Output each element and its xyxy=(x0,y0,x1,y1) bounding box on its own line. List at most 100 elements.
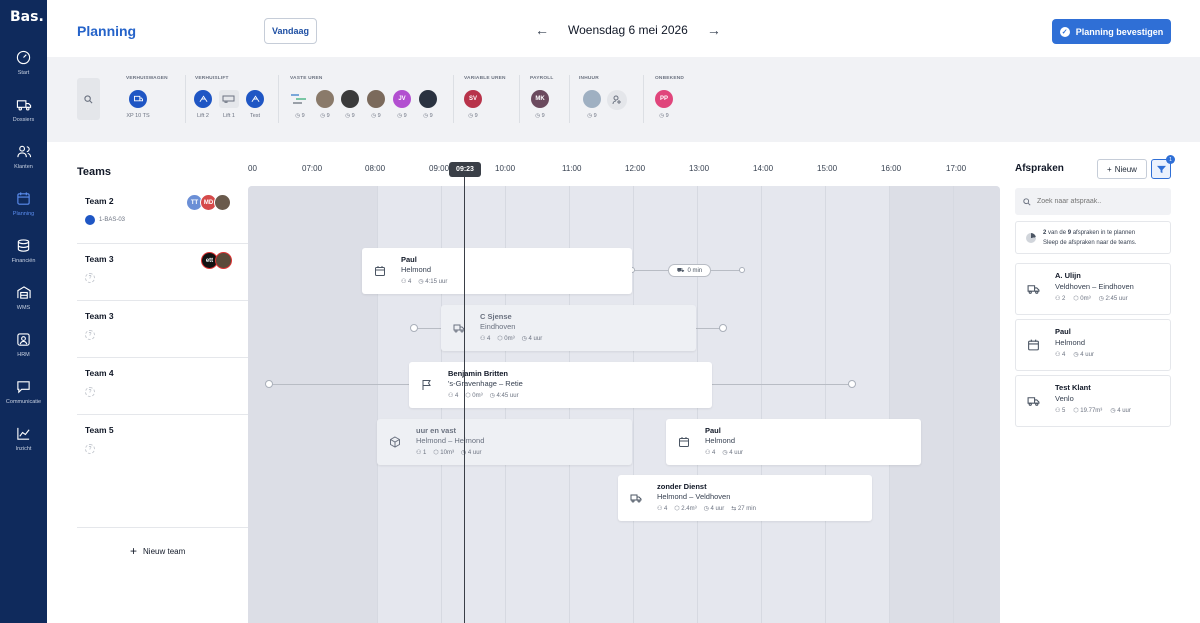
job-card[interactable]: Paul Helmond ⚇ 4 ◷ 4 uur xyxy=(666,419,921,465)
avatar xyxy=(583,90,601,108)
current-time-line xyxy=(464,177,465,623)
resource-vehicle[interactable]: XP 10 TS xyxy=(126,90,150,119)
sidebar-item-klanten[interactable]: Klanten xyxy=(0,144,47,170)
box-icon xyxy=(390,436,400,448)
resource-employee[interactable]: MK ◷ 9 xyxy=(528,90,552,119)
resource-employee[interactable]: ◷ 9 xyxy=(580,90,604,119)
avatar[interactable] xyxy=(214,194,231,211)
resource-lift[interactable]: Test xyxy=(243,90,267,119)
sidebar-item-label: Financiën xyxy=(11,258,36,264)
lift-icon xyxy=(246,90,264,108)
resource-employee[interactable]: ◷ 9 xyxy=(313,90,337,119)
resource-label: Lift 1 xyxy=(223,113,235,119)
unplanned-hint: Sleep de afspraken naar de teams. xyxy=(1043,240,1137,246)
plus-icon: + xyxy=(1107,164,1112,174)
resource-count: ◷ 9 xyxy=(535,113,545,119)
confirm-planning-button[interactable]: ✓ Planning bevestigen xyxy=(1052,19,1171,44)
sidebar-item-dossiers[interactable]: Dossiers xyxy=(0,97,47,123)
check-icon: ✓ xyxy=(1059,26,1070,37)
resource-employee[interactable]: ◷ 9 xyxy=(338,90,362,119)
job-title: Paul xyxy=(705,426,721,435)
job-location: Helmond xyxy=(705,436,736,445)
sidebar-item-hrm[interactable]: HRM xyxy=(0,332,47,358)
new-team-button[interactable]: + Nieuw team xyxy=(130,544,185,558)
resource-label: Lift 2 xyxy=(197,113,209,119)
unknown-vehicle-icon[interactable]: ? xyxy=(85,387,95,397)
travel-time-pill[interactable]: ⛟ 0 min xyxy=(668,264,711,277)
hour-label: 13:00 xyxy=(689,164,710,173)
sidebar-item-label: Start xyxy=(17,70,30,76)
add-hire-button[interactable] xyxy=(605,90,629,110)
empty-slot[interactable]: ? xyxy=(215,423,232,440)
team-row[interactable]: Team 2 TT MD 1-BAS-03 xyxy=(77,186,248,243)
sidebar-item-start[interactable]: Start xyxy=(0,50,47,76)
job-title: zonder Dienst xyxy=(657,482,707,491)
job-meta: ⚇ 4 ⬡ 0m³ ◷ 4:45 uur xyxy=(448,393,519,399)
today-button[interactable]: Vandaag xyxy=(264,18,317,44)
empty-slot[interactable]: ? xyxy=(215,309,232,326)
team-members: ett xyxy=(201,252,232,269)
hour-label: 17:00 xyxy=(946,164,967,173)
team-row[interactable]: Team 3 ? ? ? xyxy=(77,300,248,357)
avatar xyxy=(316,90,334,108)
sidebar-item-communicatie[interactable]: Communicatie xyxy=(0,379,47,405)
appointment-title: A. Ulijn xyxy=(1055,271,1081,280)
avatar xyxy=(419,90,437,108)
unknown-vehicle-icon[interactable]: ? xyxy=(85,330,95,340)
hour-label: 16:00 xyxy=(881,164,902,173)
avatar[interactable] xyxy=(215,252,232,269)
prev-day-button[interactable]: ← xyxy=(532,22,552,38)
job-card[interactable]: Benjamin Britten 's-Gravenhage – Retie ⚇… xyxy=(409,362,712,408)
job-title: Benjamin Britten xyxy=(448,369,509,378)
new-appointment-button[interactable]: + Nieuw xyxy=(1097,159,1147,179)
brand-logo[interactable]: Bas. xyxy=(10,9,44,25)
avatar: SV xyxy=(464,90,482,108)
job-card[interactable]: Paul Helmond ⚇ 4 ◷ 4:15 uur xyxy=(362,248,632,294)
next-day-button[interactable]: → xyxy=(704,22,724,38)
appointment-card[interactable]: Paul Helmond ⚇ 4 ◷ 4 uur xyxy=(1015,319,1171,371)
appointment-card[interactable]: Test Klant Venlo ⚇ 5 ⬡ 19.77m³ ◷ 4 uur xyxy=(1015,375,1171,427)
team-name: Team 5 xyxy=(85,425,114,435)
team-row[interactable]: Team 3 ett ? xyxy=(77,243,248,300)
resource-lift[interactable]: Lift 1 xyxy=(217,90,241,119)
group-title: VERHUISWAGEN xyxy=(126,76,168,81)
empty-slot[interactable]: ? xyxy=(215,366,232,383)
sidebar-item-inzicht[interactable]: Inzicht xyxy=(0,426,47,452)
unknown-vehicle-icon[interactable]: ? xyxy=(85,444,95,454)
sidebar-item-label: Communicatie xyxy=(5,399,42,405)
appointment-search[interactable] xyxy=(1015,188,1171,215)
resource-search-button[interactable] xyxy=(77,78,100,120)
team-row[interactable]: Team 4 ? ? ? xyxy=(77,357,248,414)
resource-employee[interactable]: PP ◷ 9 xyxy=(652,90,676,119)
team-row[interactable]: Team 5 ? ? ? xyxy=(77,414,248,527)
job-card[interactable]: zonder Dienst Helmond – Veldhoven ⚇ 4 ⬡ 2… xyxy=(618,475,872,521)
job-card[interactable]: C Sjense Eindhoven ⚇ 4 ⬡ 0m³ ◷ 4 uur xyxy=(441,305,696,351)
appointment-card[interactable]: A. Ulijn Veldhoven – Eindhoven ⚇ 2 ⬡ 0m³ ◷… xyxy=(1015,263,1171,315)
sidebar-item-financien[interactable]: Financiën xyxy=(0,238,47,264)
resource-employee[interactable]: SV ◷ 9 xyxy=(461,90,485,119)
sidebar-item-wms[interactable]: WMS xyxy=(0,285,47,311)
unknown-vehicle-icon[interactable]: ? xyxy=(85,273,95,283)
resource-employee[interactable]: ◷ 9 xyxy=(288,90,312,119)
sidebar-item-label: Dossiers xyxy=(12,117,35,123)
team-vehicle: ? xyxy=(85,387,95,397)
job-card[interactable]: uur en vast Helmond – Helmond ⚇ 1⬡ 10m³◷… xyxy=(377,419,632,465)
job-location: Helmond xyxy=(401,265,432,274)
resource-employee[interactable]: JV ◷ 9 xyxy=(390,90,414,119)
resource-lift[interactable]: Lift 2 xyxy=(191,90,215,119)
sidebar-item-planning[interactable]: Planning xyxy=(0,191,47,217)
hour-label: 15:00 xyxy=(817,164,838,173)
resource-employee[interactable]: ◷ 9 xyxy=(364,90,388,119)
group-title: INHUUR xyxy=(579,76,599,81)
resource-count: ◷ 9 xyxy=(345,113,355,119)
users-icon xyxy=(16,145,31,158)
hour-label: 07:00 xyxy=(302,164,323,173)
appointment-search-input[interactable] xyxy=(1037,198,1157,205)
current-date: Woensdag 6 mei 2026 xyxy=(568,23,688,37)
plus-icon: + xyxy=(130,544,138,558)
resource-employee[interactable]: ◷ 9 xyxy=(416,90,440,119)
add-person-icon xyxy=(607,90,627,110)
appointment-location: Helmond xyxy=(1055,338,1086,347)
job-title: Paul xyxy=(401,255,417,264)
avatar: MK xyxy=(531,90,549,108)
